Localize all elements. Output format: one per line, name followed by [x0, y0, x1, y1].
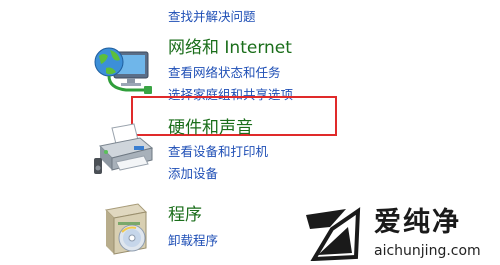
programs-heading[interactable]: 程序 — [168, 205, 202, 225]
network-globe-icon[interactable] — [92, 40, 156, 96]
printer-icon[interactable] — [94, 122, 156, 176]
view-network-status-link[interactable]: 查看网络状态和任务 — [168, 65, 281, 81]
watermark-subtitle: aichunjing.com — [374, 243, 481, 259]
hardware-sound-heading[interactable]: 硬件和声音 — [168, 118, 253, 138]
troubleshoot-link[interactable]: 查找并解决问题 — [168, 9, 256, 25]
watermark-logo-icon — [302, 207, 362, 262]
add-device-link[interactable]: 添加设备 — [168, 166, 218, 182]
programs-box-icon[interactable] — [98, 200, 154, 258]
devices-printers-link[interactable]: 查看设备和打印机 — [168, 144, 268, 160]
homegroup-sharing-link[interactable]: 选择家庭组和共享选项 — [168, 87, 293, 103]
control-panel-page: 查找并解决问题 网络和 Internet 查看网络状态和任务 选择家庭组和共享选… — [0, 0, 500, 265]
watermark-title: 爱纯净 — [374, 207, 461, 238]
uninstall-program-link[interactable]: 卸载程序 — [168, 233, 218, 249]
watermark: 爱纯净 aichunjing.com — [302, 207, 498, 263]
network-internet-heading[interactable]: 网络和 Internet — [168, 38, 292, 58]
